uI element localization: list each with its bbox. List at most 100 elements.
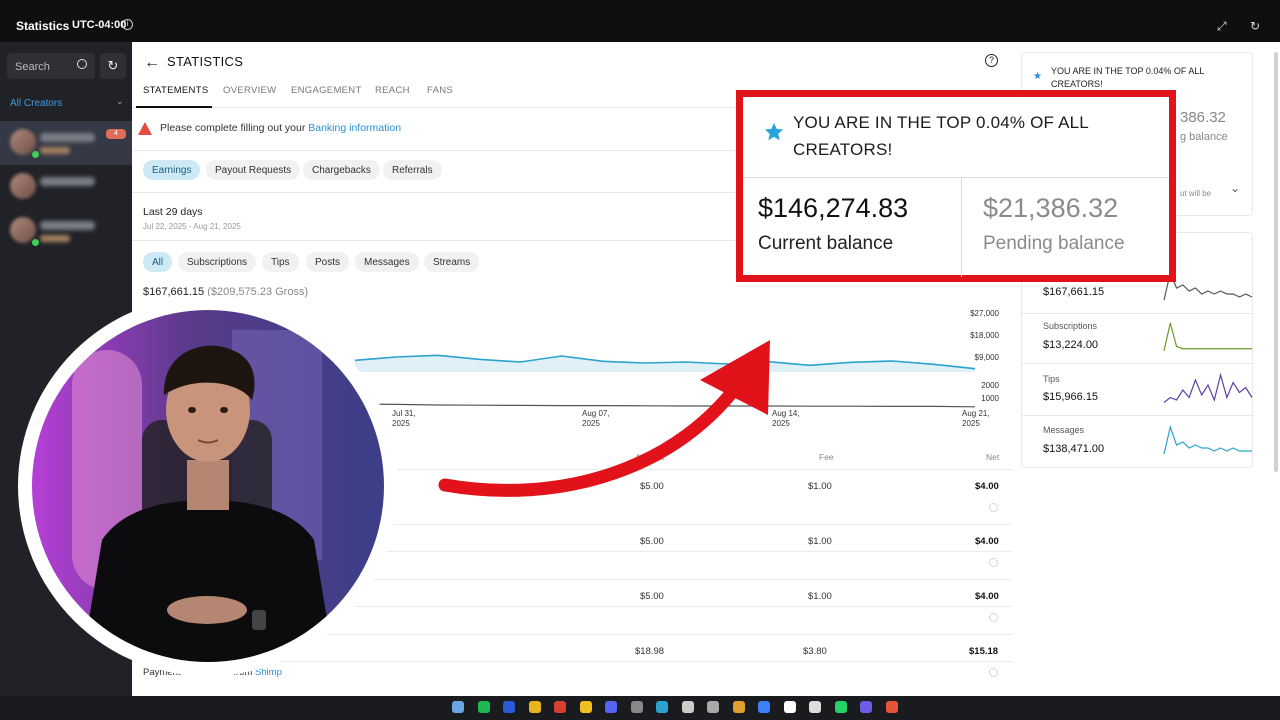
stat-value-total: $167,661.15 [1043, 286, 1105, 298]
top-creator-title: YOU ARE IN THE TOP 0.04% OF ALL CREATORS… [793, 113, 1089, 159]
x-tick-label: 2025 [962, 419, 980, 428]
search-icon[interactable] [77, 59, 87, 69]
back-arrow-icon[interactable]: ← [144, 54, 160, 72]
dock-app-icon[interactable] [579, 701, 592, 713]
creator-name-blurred [40, 133, 95, 142]
tab-chargebacks[interactable]: Chargebacks [303, 160, 380, 180]
stat-value-messages: $138,471.00 [1043, 443, 1105, 455]
series-area [355, 355, 975, 372]
sparkline-path [1163, 271, 1253, 301]
dock-app-icon[interactable] [809, 701, 821, 713]
fullscreen-icon[interactable]: ⤢ [1217, 19, 1227, 34]
tab-overview[interactable]: OVERVIEW [223, 85, 276, 96]
dock-app-icon[interactable] [605, 701, 617, 713]
banking-warning: Please complete filling out your Banking… [160, 122, 402, 134]
scrollbar[interactable] [1274, 52, 1278, 472]
chevron-down-icon[interactable]: ⌄ [116, 96, 124, 107]
earnings-chart: $27,000$18,000$9,00020001000Jul 31,2025A… [354, 309, 1000, 428]
dock-app-icon[interactable] [477, 701, 490, 713]
refresh-button[interactable]: ↻ [100, 53, 126, 79]
period-selector[interactable]: Last 29 days [143, 206, 203, 218]
dock-app-icon[interactable] [554, 701, 566, 713]
dock-app-icon[interactable] [860, 701, 872, 713]
row-fee: $1.00 [808, 481, 832, 492]
x-tick-label: Aug 14, [772, 409, 800, 418]
filter-streams[interactable]: Streams [424, 252, 480, 272]
row-amount: $18.98 [635, 646, 665, 657]
date-range: Jul 22, 2025 - Aug 21, 2025 [143, 222, 241, 231]
sparkline-tips [1163, 372, 1253, 403]
row-amount: $5.00 [640, 481, 664, 492]
payout-note-partial: ut will be [1180, 189, 1212, 198]
avatar [10, 173, 36, 199]
creator-tag-blurred [40, 147, 70, 154]
dock-app-icon[interactable] [656, 701, 668, 713]
divider [1022, 313, 1254, 314]
banking-info-link[interactable]: Banking information [308, 122, 401, 134]
filter-tips[interactable]: Tips [262, 252, 299, 272]
creator-name-blurred [40, 177, 95, 186]
column-header-amount: Amount [635, 452, 665, 462]
info-icon[interactable]: i [122, 19, 133, 30]
active-tab-indicator [136, 106, 212, 108]
row-amount: $5.00 [640, 536, 664, 547]
timezone-label: UTC-04:00 [72, 19, 127, 31]
filter-messages[interactable]: Messages [355, 252, 419, 272]
warning-icon [138, 122, 152, 135]
x-tick-label: 2025 [582, 419, 600, 428]
tab-statements[interactable]: STATEMENTS [143, 85, 208, 96]
column-header-fee: Fee [819, 452, 834, 462]
dock-app-icon[interactable] [758, 701, 770, 713]
tab-referrals[interactable]: Referrals [383, 160, 442, 180]
dock-app-icon[interactable] [834, 701, 847, 713]
stat-label-messages: Messages [1043, 425, 1085, 435]
dock-app-icon[interactable] [528, 701, 541, 713]
series-line-secondary [354, 403, 976, 408]
filter-posts[interactable]: Posts [306, 252, 350, 272]
sparkline-path [1163, 424, 1252, 455]
creator-name-blurred [40, 221, 95, 230]
tab-fans[interactable]: FANS [427, 85, 453, 96]
sparkline-subscriptions [1163, 322, 1252, 351]
dock-app-icon[interactable] [630, 701, 643, 713]
row-net: $4.00 [975, 591, 999, 602]
dock-app-icon[interactable] [732, 701, 745, 713]
pending-balance-label: Pending balance [983, 233, 1125, 254]
presenter-webcam [18, 296, 398, 676]
loading-icon [989, 503, 998, 512]
dock-app-icon[interactable] [885, 701, 898, 713]
loading-icon [989, 613, 998, 622]
search-input[interactable]: Search [7, 53, 95, 79]
creator-item[interactable] [0, 209, 132, 253]
dock-app-icon[interactable] [452, 701, 464, 713]
tab-engagement[interactable]: ENGAGEMENT [291, 85, 362, 96]
chevron-down-icon[interactable]: ⌄ [1230, 181, 1240, 195]
y-tick-label: 1000 [981, 394, 999, 403]
help-icon[interactable]: ? [985, 54, 998, 67]
tab-payout-requests[interactable]: Payout Requests [206, 160, 301, 180]
row-amount: $5.00 [640, 591, 664, 602]
y-tick-label: $9,000 [975, 353, 1000, 362]
filter-all[interactable]: All [143, 252, 173, 272]
reload-icon[interactable]: ↻ [1250, 19, 1260, 33]
creator-item[interactable]: 4 [0, 121, 132, 165]
tab-earnings[interactable]: Earnings [143, 160, 201, 180]
unread-badge: 4 [106, 129, 126, 139]
creator-item[interactable] [0, 165, 132, 209]
search-placeholder: Search [15, 61, 50, 73]
dock-app-icon[interactable] [783, 701, 796, 713]
y-tick-label: 2000 [981, 381, 999, 390]
tab-reach[interactable]: REACH [375, 85, 410, 96]
row-fee: $1.00 [808, 536, 832, 547]
sparkline-path [1163, 372, 1253, 403]
filter-subscriptions[interactable]: Subscriptions [178, 252, 257, 272]
divider [961, 177, 962, 277]
dock-app-icon[interactable] [681, 701, 694, 713]
presenter-image [32, 310, 384, 662]
column-header-net: Net [986, 452, 1000, 462]
dock-app-icon[interactable] [707, 701, 719, 713]
dock-app-icon[interactable] [503, 701, 515, 713]
x-tick-label: 2025 [392, 419, 410, 428]
creator-filter-select[interactable]: All Creators [10, 98, 62, 109]
row-net: $4.00 [975, 481, 999, 492]
